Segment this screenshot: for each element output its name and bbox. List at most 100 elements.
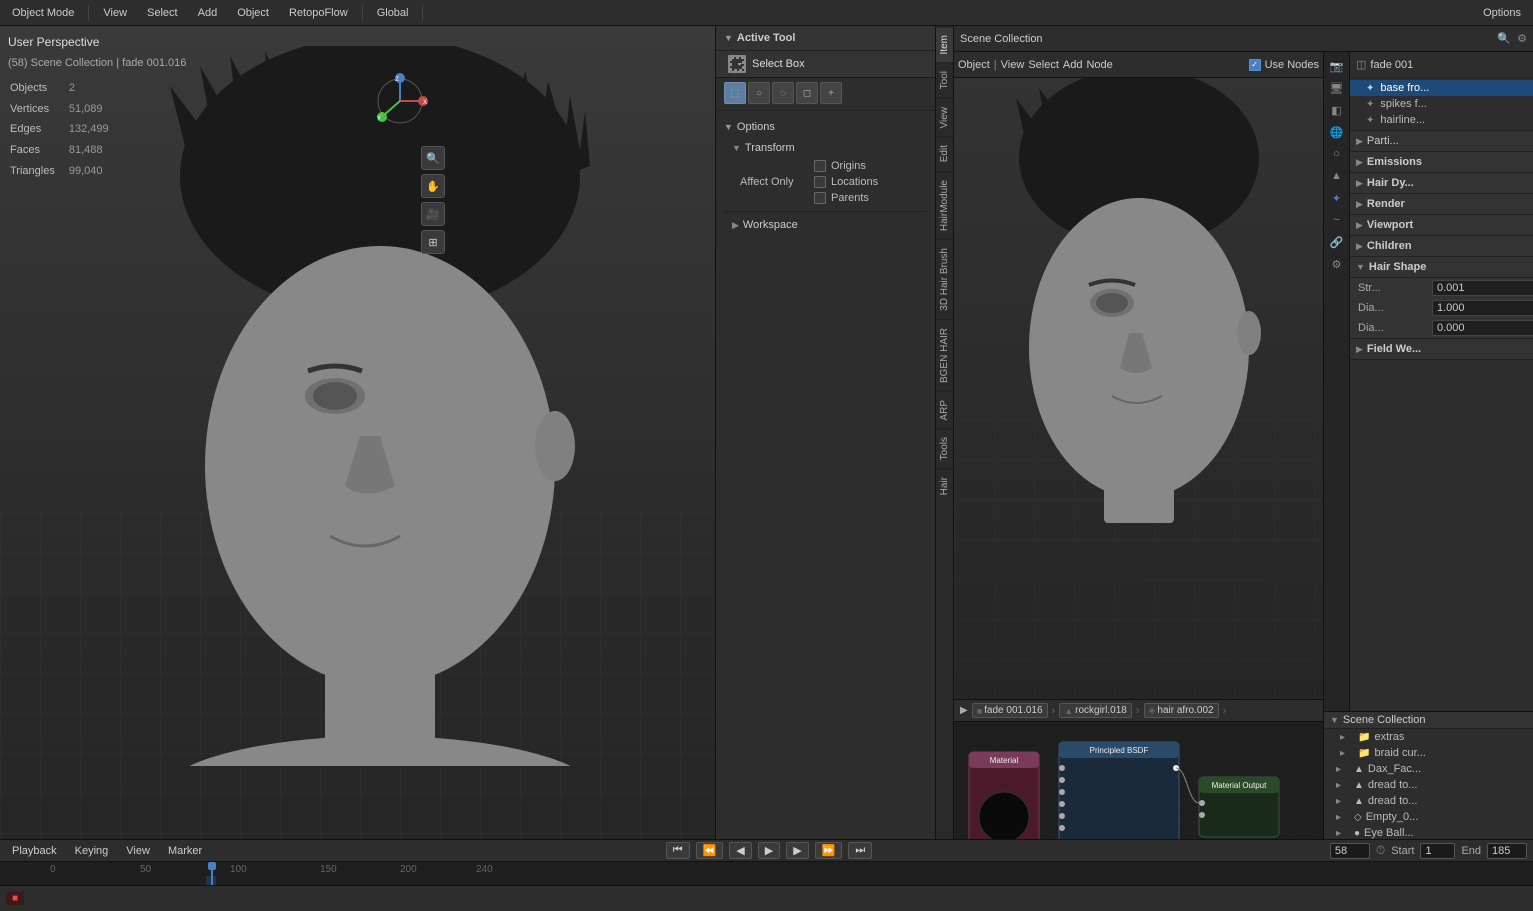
viewport2-object-menu[interactable]: Object [958, 59, 990, 71]
braid-name: braid cur... [1374, 747, 1527, 759]
world-props-icon[interactable]: ○ [1327, 144, 1347, 164]
view-menu[interactable]: View [97, 5, 133, 21]
breadcrumb-scene[interactable]: ■ fade 001.016 [972, 703, 1048, 718]
origins-row[interactable]: Origins [806, 159, 878, 173]
use-nodes-control[interactable]: ✓ Use Nodes [1249, 59, 1319, 71]
diameter-input[interactable] [1432, 300, 1533, 316]
collection-empty0[interactable]: ▸ ◇ Empty_0... [1324, 809, 1533, 825]
objects-value: 2 [69, 79, 109, 98]
hair-shape-header[interactable]: ▼ Hair Shape [1350, 257, 1533, 278]
strand-input[interactable] [1432, 280, 1533, 296]
hand-icon-btn[interactable]: ✋ [421, 174, 445, 198]
current-frame-input[interactable]: 58 [1330, 843, 1370, 859]
next-keyframe-btn[interactable]: ▶ [786, 842, 808, 859]
collection-dread1[interactable]: ▸ ▲ dread to... [1324, 777, 1533, 793]
tab-3dhairbrush[interactable]: 3D Hair Brush [936, 239, 953, 319]
collection-extras[interactable]: ▸ 📁 extras [1324, 729, 1533, 745]
keying-menu[interactable]: Keying [69, 843, 115, 859]
output-props-icon[interactable]: 🖥 [1327, 78, 1347, 98]
breadcrumb-object[interactable]: ▲ rockgirl.018 [1059, 703, 1132, 718]
tab-hair[interactable]: Hair [936, 468, 953, 503]
retopoflow-menu[interactable]: RetopoFlow [283, 5, 354, 21]
options-header[interactable]: ▼ Options [724, 117, 927, 137]
tab-tools[interactable]: Tools [936, 428, 953, 468]
jump-end-btn[interactable]: ⏭ [848, 842, 872, 859]
viewport2-add-menu[interactable]: Add [1063, 59, 1083, 71]
next-frame-btn[interactable]: ⏩ [815, 842, 843, 859]
spikes-f-item[interactable]: ✦ spikes f... [1350, 96, 1533, 112]
view-layer-icon[interactable]: ◧ [1327, 100, 1347, 120]
grid-icon-btn[interactable]: ⊞ [421, 230, 445, 254]
collection-braid[interactable]: ▸ 📁 braid cur... [1324, 745, 1533, 761]
tab-hairmodule[interactable]: HairModule [936, 171, 953, 239]
breadcrumb-data[interactable]: ◈ hair afro.002 [1144, 703, 1219, 718]
camera-icon-btn[interactable]: 🎥 [421, 202, 445, 226]
locations-row[interactable]: Locations [806, 175, 878, 189]
add-menu[interactable]: Add [192, 5, 224, 21]
emissions-section[interactable]: ▶ Emissions [1350, 152, 1533, 173]
transform-header[interactable]: ▼ Transform [732, 139, 927, 157]
render-props-icon[interactable]: 📷 [1327, 56, 1347, 76]
viewport-section[interactable]: ▶ Viewport [1350, 215, 1533, 236]
particle-section-header[interactable]: ▶ Parti... [1350, 131, 1533, 152]
tab-arp[interactable]: ARP [936, 391, 953, 429]
locations-checkbox[interactable] [814, 176, 826, 188]
grid-icon-paint[interactable]: ◻ [796, 82, 818, 104]
active-tool-header[interactable]: ▼ Active Tool [716, 26, 935, 51]
children-section[interactable]: ▶ Children [1350, 236, 1533, 257]
tab-view[interactable]: View [936, 98, 953, 137]
grid-icon-plus[interactable]: + [820, 82, 842, 104]
hairdy-arrow: ▶ [1356, 178, 1363, 189]
prev-keyframe-btn[interactable]: ◀ [729, 842, 751, 859]
hairline-item[interactable]: ✦ hairline... [1350, 112, 1533, 128]
gizmo-area[interactable]: Z X Y [365, 66, 435, 136]
tab-edit[interactable]: Edit [936, 136, 953, 170]
use-nodes-checkbox[interactable]: ✓ [1249, 59, 1261, 71]
origins-checkbox[interactable] [814, 160, 826, 172]
global-menu[interactable]: Global [371, 5, 415, 21]
jump-start-btn[interactable]: ⏮ [666, 842, 690, 859]
hairdy-section[interactable]: ▶ Hair Dy... [1350, 173, 1533, 194]
tab-item[interactable]: Item [936, 26, 953, 62]
select-box-item[interactable]: Select Box [716, 51, 935, 78]
outliner-search-icon[interactable]: 🔍 [1497, 32, 1511, 45]
object-mode-menu[interactable]: Object Mode [6, 5, 80, 21]
diameter2-input[interactable] [1432, 320, 1533, 336]
timeline-view-menu[interactable]: View [120, 843, 156, 859]
scene-props-icon[interactable]: 🌐 [1327, 122, 1347, 142]
tab-bgenhair[interactable]: BGEN HAIR [936, 319, 953, 391]
workspace-header[interactable]: ▶ Workspace [732, 216, 919, 234]
viewport2-view-menu[interactable]: View [1001, 59, 1025, 71]
outliner-filter-icon[interactable]: ⚙ [1517, 32, 1527, 45]
select-menu[interactable]: Select [141, 5, 184, 21]
modifier-props-icon[interactable]: ⚙ [1327, 254, 1347, 274]
viewport2-node-menu[interactable]: Node [1086, 59, 1112, 71]
options-section: ▼ Options ▼ Transform Affect Only Or [716, 113, 935, 240]
grid-icon-circle[interactable]: ○ [748, 82, 770, 104]
grid-icon-lasso[interactable]: ◌ [772, 82, 794, 104]
marker-menu[interactable]: Marker [162, 843, 208, 859]
particle-props-icon[interactable]: ✦ [1327, 188, 1347, 208]
object-props-icon[interactable]: ▲ [1327, 166, 1347, 186]
grid-icon-dotted-box[interactable]: ⬚ [724, 82, 746, 104]
physics-props-icon[interactable]: ~ [1327, 210, 1347, 230]
prev-frame-btn[interactable]: ⏪ [696, 842, 724, 859]
field-we-section[interactable]: ▶ Field We... [1350, 339, 1533, 360]
parents-checkbox[interactable] [814, 192, 826, 204]
collection-dread2[interactable]: ▸ ▲ dread to... [1324, 793, 1533, 809]
start-frame-input[interactable] [1420, 843, 1455, 859]
parents-row[interactable]: Parents [806, 191, 878, 205]
magnify-icon-btn[interactable]: 🔍 [421, 146, 445, 170]
object-menu[interactable]: Object [231, 5, 275, 21]
render-section[interactable]: ▶ Render [1350, 194, 1533, 215]
play-btn[interactable]: ▶ [758, 842, 780, 859]
playback-menu[interactable]: Playback [6, 843, 63, 859]
options-menu[interactable]: Options [1477, 5, 1527, 21]
collection-dax[interactable]: ▸ ▲ Dax_Fac... [1324, 761, 1533, 777]
viewport2-select-menu[interactable]: Select [1028, 59, 1059, 71]
outliner-collection-header[interactable]: ▼ Scene Collection [1324, 712, 1533, 729]
constraint-props-icon[interactable]: 🔗 [1327, 232, 1347, 252]
end-frame-input[interactable] [1487, 843, 1527, 859]
tab-tool[interactable]: Tool [936, 62, 953, 97]
base-fro-item[interactable]: ✦ base fro... [1350, 80, 1533, 96]
